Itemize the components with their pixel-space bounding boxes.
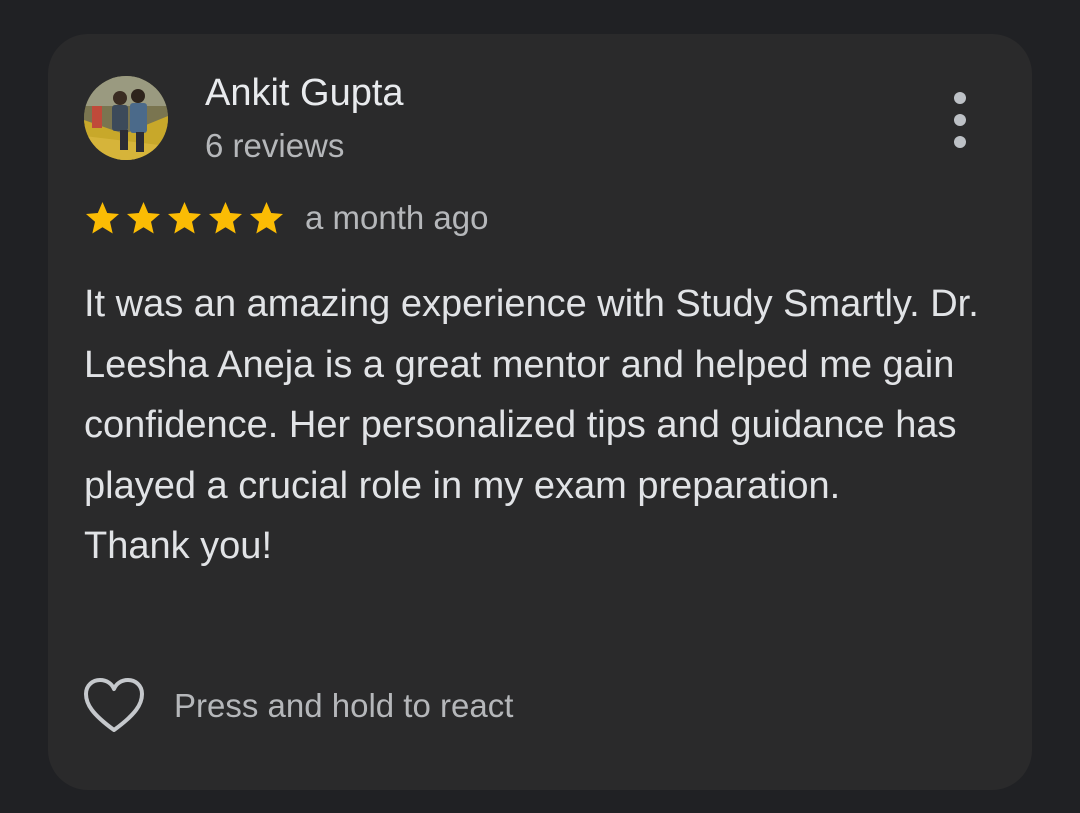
- avatar[interactable]: [84, 76, 168, 160]
- more-dot: [954, 92, 966, 104]
- review-body: It was an amazing experience with Study …: [84, 274, 1004, 577]
- rating-row: a month ago: [84, 196, 488, 240]
- author-review-count: 6 reviews: [205, 127, 345, 164]
- review-text-closing: Thank you!: [84, 525, 272, 567]
- react-label: Press and hold to react: [174, 687, 514, 724]
- avatar-photo: [84, 76, 168, 160]
- star-icon: [84, 200, 121, 237]
- review-time: a month ago: [305, 199, 489, 236]
- star-rating: [84, 200, 289, 237]
- star-icon: [166, 200, 203, 237]
- more-dot: [954, 136, 966, 148]
- author-name[interactable]: Ankit Gupta: [205, 70, 404, 116]
- more-dot: [954, 114, 966, 126]
- react-row[interactable]: Press and hold to react: [82, 676, 513, 736]
- star-icon: [207, 200, 244, 237]
- heart-outline-icon[interactable]: [82, 676, 146, 736]
- review-card: Ankit Gupta 6 reviews a month ago It was…: [48, 34, 1032, 790]
- review-text-paragraph: It was an amazing experience with Study …: [84, 283, 979, 507]
- star-icon: [125, 200, 162, 237]
- star-icon: [248, 200, 285, 237]
- more-vert-icon[interactable]: [940, 88, 980, 152]
